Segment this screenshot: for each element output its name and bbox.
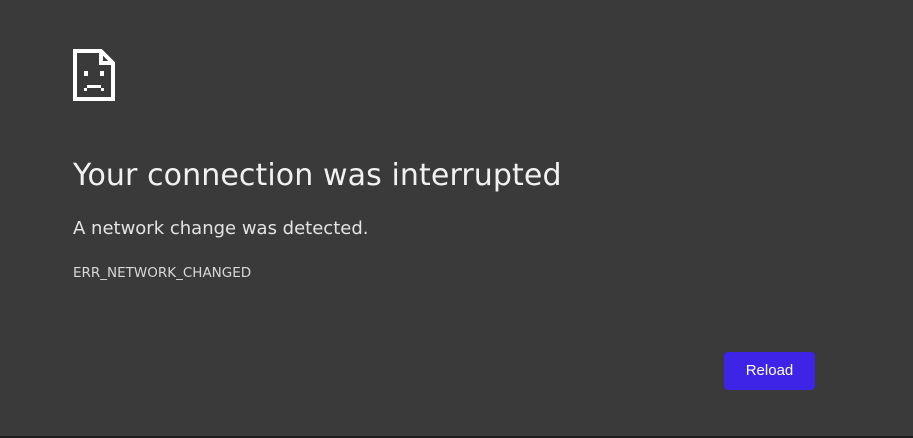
sad-page-icon: [73, 49, 115, 101]
error-message: A network change was detected.: [73, 218, 369, 239]
page-title: Your connection was interrupted: [73, 158, 562, 193]
error-code: ERR_NETWORK_CHANGED: [73, 265, 252, 281]
reload-button[interactable]: Reload: [724, 352, 815, 390]
error-page: Your connection was interrupted A networ…: [0, 0, 913, 436]
